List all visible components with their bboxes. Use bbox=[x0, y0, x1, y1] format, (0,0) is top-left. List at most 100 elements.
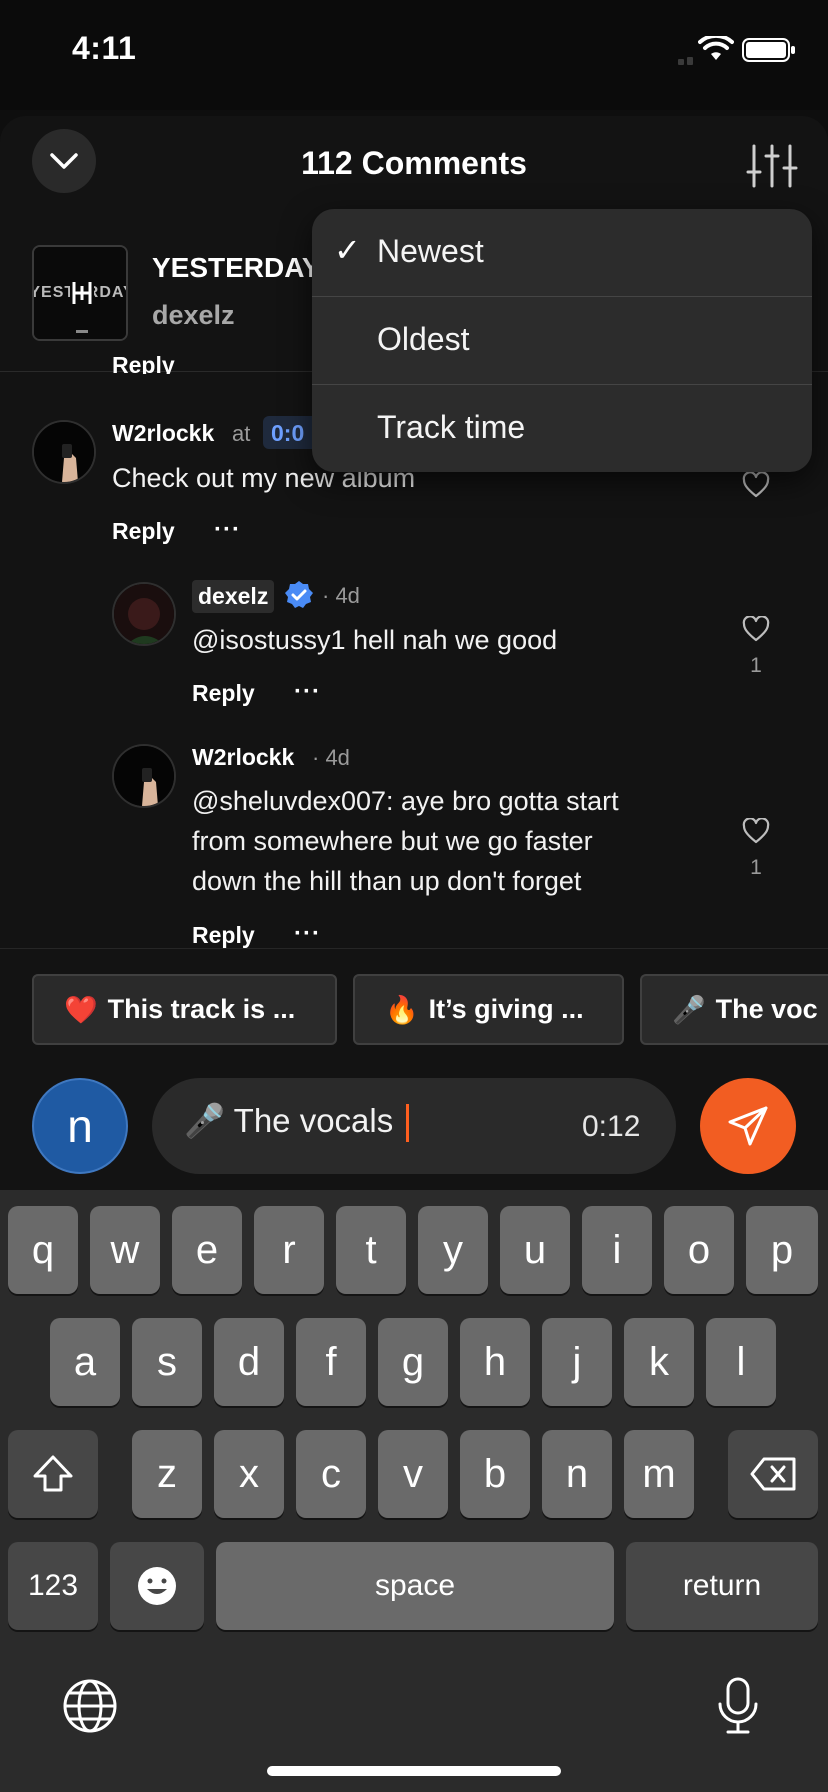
comment-text: @isostussy1 hell nah we good bbox=[192, 625, 558, 655]
comment-text-line: @sheluvdex007: aye bro gotta start bbox=[192, 786, 619, 816]
heart-icon bbox=[742, 615, 770, 642]
quick-reply-chip[interactable]: ❤️ This track is ... bbox=[32, 974, 337, 1045]
home-indicator bbox=[267, 1766, 561, 1776]
key-p[interactable]: p bbox=[746, 1206, 818, 1294]
wifi-icon bbox=[698, 33, 734, 67]
key-n[interactable]: n bbox=[542, 1430, 612, 1518]
key-e[interactable]: e bbox=[172, 1206, 242, 1294]
emoji-icon bbox=[138, 1567, 176, 1605]
chip-label: The voc bbox=[715, 994, 818, 1024]
sliders-icon bbox=[746, 144, 798, 188]
checkmark-icon: ✓ bbox=[334, 232, 361, 268]
verified-badge-icon bbox=[284, 580, 314, 615]
like-button[interactable] bbox=[742, 615, 770, 647]
key-b[interactable]: b bbox=[460, 1430, 530, 1518]
avatar[interactable] bbox=[32, 420, 96, 484]
track-title[interactable]: YESTERDAY bbox=[152, 252, 321, 284]
comment-text-line: down the hill than up don't forget bbox=[192, 866, 582, 896]
sort-option-oldest[interactable]: Oldest bbox=[312, 297, 812, 385]
key-i[interactable]: i bbox=[582, 1206, 652, 1294]
battery-icon bbox=[742, 38, 796, 67]
comment-time: · 4d bbox=[322, 583, 360, 608]
shift-icon bbox=[33, 1455, 73, 1492]
like-button[interactable] bbox=[742, 471, 770, 503]
key-k[interactable]: k bbox=[624, 1318, 694, 1406]
like-count: 1 bbox=[750, 654, 762, 677]
key-t[interactable]: t bbox=[336, 1206, 406, 1294]
more-options-button[interactable]: ··· bbox=[214, 516, 241, 544]
chip-emoji: ❤️ bbox=[64, 994, 98, 1025]
keyboard: q w e r t y u i o p a s d f g h j k l z … bbox=[0, 1190, 828, 1792]
like-button[interactable] bbox=[742, 817, 770, 849]
avatar[interactable] bbox=[112, 582, 176, 646]
key-j[interactable]: j bbox=[542, 1318, 612, 1406]
reply-button[interactable]: Reply bbox=[112, 518, 175, 545]
sort-option-newest[interactable]: ✓ Newest bbox=[312, 209, 812, 297]
key-o[interactable]: o bbox=[664, 1206, 734, 1294]
key-q[interactable]: q bbox=[8, 1206, 78, 1294]
comment-text-line: from somewhere but we go faster bbox=[192, 826, 593, 856]
comment-timestamp[interactable]: 0:12 bbox=[582, 1110, 640, 1144]
track-artist[interactable]: dexelz bbox=[152, 300, 235, 331]
key-d[interactable]: d bbox=[214, 1318, 284, 1406]
comment-username[interactable]: W2rlockk bbox=[112, 420, 214, 447]
send-button[interactable] bbox=[700, 1078, 796, 1174]
comment-time: · 4d bbox=[312, 745, 350, 770]
key-l[interactable]: l bbox=[706, 1318, 776, 1406]
key-r[interactable]: r bbox=[254, 1206, 324, 1294]
key-x[interactable]: x bbox=[214, 1430, 284, 1518]
chip-emoji: 🔥 bbox=[385, 994, 419, 1025]
key-a[interactable]: a bbox=[50, 1318, 120, 1406]
chip-label: It’s giving ... bbox=[428, 994, 584, 1024]
microphone-icon[interactable] bbox=[716, 1676, 760, 1741]
numbers-key[interactable]: 123 bbox=[8, 1542, 98, 1630]
return-key[interactable]: return bbox=[626, 1542, 818, 1630]
sort-option-track-time[interactable]: Track time bbox=[312, 385, 812, 472]
text-caret bbox=[406, 1104, 409, 1142]
sort-option-label: Newest bbox=[377, 233, 484, 269]
key-z[interactable]: z bbox=[132, 1430, 202, 1518]
key-v[interactable]: v bbox=[378, 1430, 448, 1518]
page-title: 112 Comments bbox=[301, 145, 527, 181]
key-s[interactable]: s bbox=[132, 1318, 202, 1406]
sort-menu: ✓ Newest Oldest Track time bbox=[312, 209, 812, 472]
reply-button[interactable]: Reply bbox=[112, 352, 175, 374]
sort-option-label: Track time bbox=[377, 409, 526, 445]
reply-button[interactable]: Reply bbox=[192, 922, 255, 949]
comment-username[interactable]: dexelz bbox=[192, 580, 275, 613]
send-icon bbox=[728, 1106, 768, 1146]
filter-button[interactable] bbox=[744, 142, 800, 190]
key-w[interactable]: w bbox=[90, 1206, 160, 1294]
key-m[interactable]: m bbox=[624, 1430, 694, 1518]
comment-input-text[interactable]: 🎤 The vocals bbox=[184, 1102, 393, 1141]
space-key[interactable]: space bbox=[216, 1542, 614, 1630]
key-c[interactable]: c bbox=[296, 1430, 366, 1518]
signal-icon bbox=[678, 52, 696, 70]
quick-reply-chip[interactable]: 🎤 The voc bbox=[640, 974, 828, 1045]
like-count: 1 bbox=[750, 856, 762, 879]
key-f[interactable]: f bbox=[296, 1318, 366, 1406]
reply-button[interactable]: Reply bbox=[192, 680, 255, 707]
shift-key[interactable] bbox=[8, 1430, 98, 1518]
more-options-button[interactable]: ··· bbox=[294, 678, 321, 706]
key-g[interactable]: g bbox=[378, 1318, 448, 1406]
backspace-icon bbox=[750, 1457, 796, 1491]
more-options-button[interactable]: ··· bbox=[294, 920, 321, 948]
user-avatar[interactable]: n bbox=[32, 1078, 128, 1174]
sort-option-label: Oldest bbox=[377, 321, 470, 357]
key-h[interactable]: h bbox=[460, 1318, 530, 1406]
divider bbox=[0, 948, 828, 949]
globe-icon[interactable] bbox=[62, 1678, 118, 1739]
delete-key[interactable] bbox=[728, 1430, 818, 1518]
heart-icon bbox=[742, 817, 770, 844]
comment-username[interactable]: W2rlockk bbox=[192, 744, 294, 771]
avatar[interactable] bbox=[112, 744, 176, 808]
track-artwork[interactable]: YESTERDAY bbox=[32, 245, 128, 341]
heart-icon bbox=[742, 471, 770, 498]
chip-emoji: 🎤 bbox=[672, 994, 706, 1025]
key-y[interactable]: y bbox=[418, 1206, 488, 1294]
emoji-key[interactable] bbox=[110, 1542, 204, 1630]
key-u[interactable]: u bbox=[500, 1206, 570, 1294]
quick-reply-chip[interactable]: 🔥 It’s giving ... bbox=[353, 974, 624, 1045]
chip-label: This track is ... bbox=[107, 994, 296, 1024]
